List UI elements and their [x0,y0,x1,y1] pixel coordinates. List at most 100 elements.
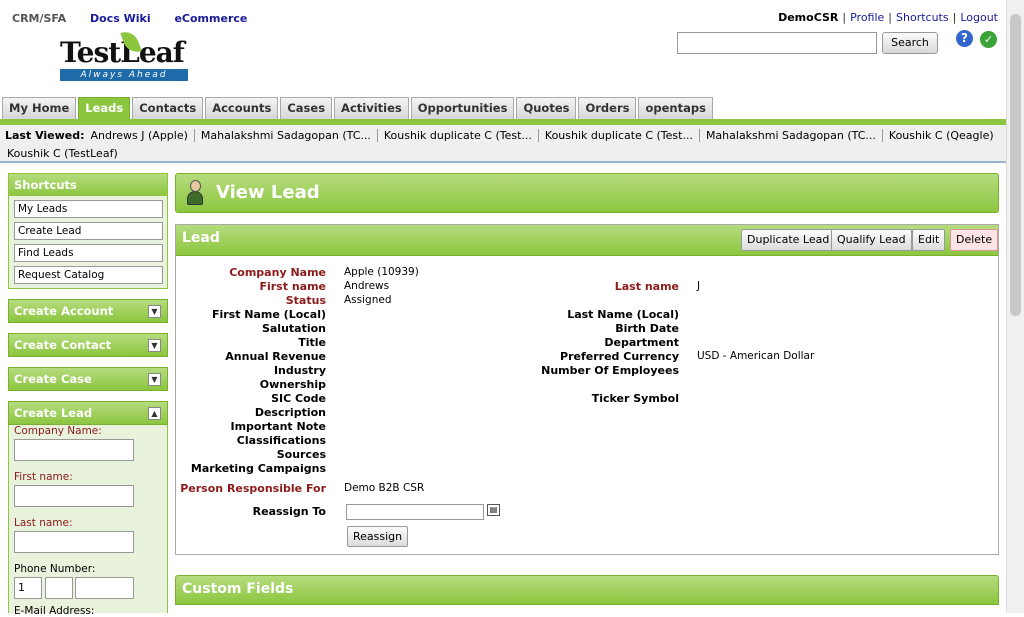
last-name-field[interactable] [14,531,134,553]
section-create-contact[interactable]: Create Contact ▼ [8,333,168,357]
label-last-name: Last name [614,280,679,293]
tab-orders[interactable]: Orders [578,97,637,119]
section-label: Create Lead [14,406,93,420]
label-first-name-local: First Name (Local) [211,308,326,321]
label-classifications: Classifications [236,434,326,447]
link-ecommerce[interactable]: eCommerce [174,12,247,25]
label-birth-date: Birth Date [615,322,679,335]
shortcut-request-catalog[interactable]: Request Catalog [14,266,163,284]
label-ownership: Ownership [259,378,326,391]
tab-my-home[interactable]: My Home [2,97,77,119]
first-name-label: First name: [14,471,73,483]
tab-opentaps[interactable]: opentaps [638,97,713,119]
tab-leads[interactable]: Leads [78,97,131,119]
duplicate-lead-button[interactable]: Duplicate Lead [741,229,836,251]
tab-activities[interactable]: Activities [334,97,409,119]
label-title: Title [298,336,326,349]
shortcut-find-leads[interactable]: Find Leads [14,244,163,262]
lead-panel-header: Lead Duplicate Lead Qualify Lead Edit De… [176,225,999,256]
last-viewed-item[interactable]: Mahalakshmi Sadagopan (TC... [193,129,377,142]
last-viewed-label: Last Viewed: [5,129,85,142]
user-bar: DemoCSR | Profile | Shortcuts | Logout [778,11,998,24]
email-label: E-Mail Address: [14,605,95,617]
lookup-icon[interactable]: ▤ [487,504,500,516]
company-name-field[interactable] [14,439,134,461]
reassign-button[interactable]: Reassign [347,526,409,547]
check-icon[interactable]: ✓ [980,31,997,48]
search-button[interactable]: Search [882,32,938,54]
tab-opportunities[interactable]: Opportunities [410,97,515,119]
delete-button[interactable]: Delete [950,229,999,251]
section-label: Create Contact [14,338,112,352]
shortcuts-title: Shortcuts [9,174,167,196]
last-name-label: Last name: [14,517,73,529]
phone-number-field[interactable] [75,577,134,599]
tab-accounts[interactable]: Accounts [205,97,279,119]
last-viewed-item[interactable]: Koushik C (TestLeaf) [7,147,118,160]
label-reassign-to: Reassign To [252,505,326,518]
label-number-of-employees: Number Of Employees [541,364,679,377]
page-scrollbar[interactable] [1006,0,1024,613]
phone-country-field[interactable]: 1 [14,577,42,599]
last-viewed-item[interactable]: Andrews J (Apple) [91,129,194,142]
label-description: Description [254,406,326,419]
expand-icon[interactable]: ▼ [148,373,161,386]
qualify-lead-button[interactable]: Qualify Lead [831,229,912,251]
label-marketing-campaigns: Marketing Campaigns [190,462,326,475]
label-person-responsible: Person Responsible For [180,482,326,495]
section-create-case[interactable]: Create Case ▼ [8,367,168,391]
label-ticker-symbol: Ticker Symbol [591,392,679,405]
create-lead-form: Company Name: First name: Last name: Pho… [8,425,168,617]
profile-link[interactable]: Profile [850,11,884,24]
username: DemoCSR [778,11,839,24]
link-crm-sfa[interactable]: CRM/SFA [12,12,66,25]
link-docs-wiki[interactable]: Docs Wiki [90,12,151,25]
tab-contacts[interactable]: Contacts [132,97,204,119]
label-important-note: Important Note [230,420,327,433]
last-viewed-item[interactable]: Koushik C (Qeagle) [881,129,1000,142]
edit-button[interactable]: Edit [912,229,946,251]
label-sources: Sources [276,448,326,461]
expand-icon[interactable]: ▼ [148,305,161,318]
label-last-name-local: Last Name (Local) [567,308,679,321]
tab-quotes[interactable]: Quotes [516,97,577,119]
label-salutation: Salutation [261,322,326,335]
shortcuts-link[interactable]: Shortcuts [896,11,949,24]
help-icon[interactable]: ? [956,30,973,47]
label-preferred-currency: Preferred Currency [560,350,679,363]
label-industry: Industry [273,364,326,377]
expand-icon[interactable]: ▼ [148,339,161,352]
last-viewed-item[interactable]: Koushik duplicate C (Test... [376,129,538,142]
value-preferred-currency: USD - American Dollar [697,350,815,362]
custom-fields-title: Custom Fields [182,581,294,597]
logo-tagline: Always Ahead [60,69,188,81]
shortcut-create-lead[interactable]: Create Lead [14,222,163,240]
last-viewed-item[interactable]: Koushik duplicate C (Test... [537,129,699,142]
label-annual-revenue: Annual Revenue [225,350,326,363]
label-sic-code: SIC Code [271,392,326,405]
logout-link[interactable]: Logout [960,11,998,24]
phone-number-label: Phone Number: [14,563,96,575]
last-viewed-bar: Last Viewed: Andrews J (Apple) Mahalaksh… [0,125,1006,163]
value-person-responsible: Demo B2B CSR [344,482,425,494]
reassign-to-field[interactable] [346,504,484,520]
search-input[interactable] [677,32,877,54]
section-create-account[interactable]: Create Account ▼ [8,299,168,323]
app-switcher: CRM/SFA Docs Wiki eCommerce [12,12,267,25]
last-viewed-item[interactable]: Mahalakshmi Sadagopan (TC... [698,129,882,142]
collapse-icon[interactable]: ▲ [148,407,161,420]
section-label: Create Case [14,372,92,386]
lead-panel: Lead Duplicate Lead Qualify Lead Edit De… [175,224,999,555]
shortcut-my-leads[interactable]: My Leads [14,200,163,218]
first-name-field[interactable] [14,485,134,507]
scrollbar-thumb[interactable] [1010,14,1021,316]
logo: TestLeaf Always Ahead [60,28,188,84]
tab-cases[interactable]: Cases [280,97,333,119]
lead-panel-title: Lead [182,230,220,246]
section-create-lead[interactable]: Create Lead ▲ [8,401,168,425]
company-name-label: Company Name: [14,425,102,437]
label-company-name: Company Name [229,266,326,279]
phone-area-field[interactable] [45,577,73,599]
value-status: Assigned [344,294,392,306]
main-tabs: My Home Leads Contacts Accounts Cases Ac… [2,97,715,119]
